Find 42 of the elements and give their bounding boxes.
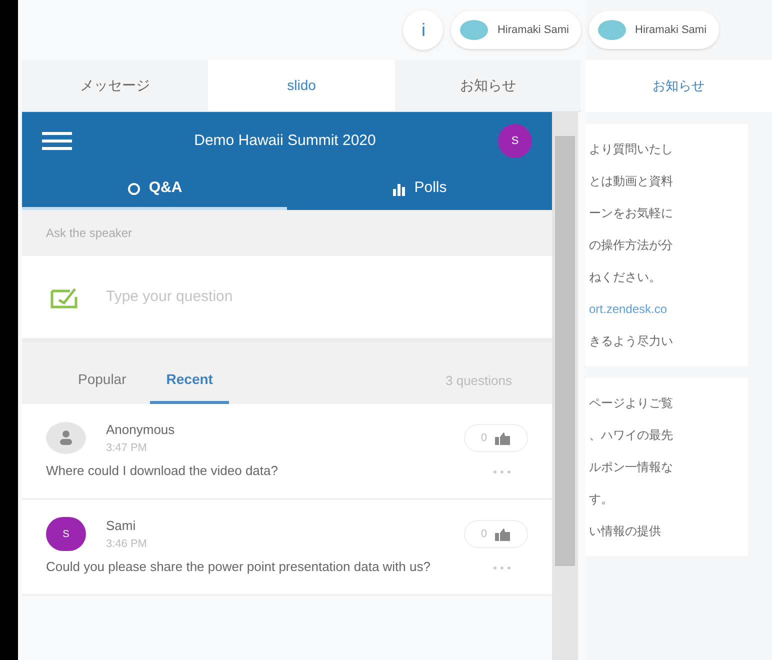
notice-text: す。 (589, 491, 614, 508)
user-button[interactable]: Hiramaki Sami (451, 11, 581, 49)
notice-text: とは動画と資料 (589, 173, 674, 190)
notice-text: ねください。 (589, 269, 662, 286)
sort-tab[interactable]: Popular (62, 358, 142, 404)
notice-text: の操作方法が分 (589, 237, 674, 254)
link[interactable]: ort.zendesk.co (589, 300, 748, 318)
notice-text: い情報の提供 (589, 523, 662, 540)
notice-text: より質問いたし (589, 141, 674, 158)
timestamp: 3:46 PM (106, 536, 148, 552)
bar-chart-icon (392, 182, 406, 196)
author-name: Anonymous (106, 421, 176, 439)
avatar-icon (597, 19, 627, 41)
chat-icon (126, 182, 141, 196)
avatar-icon (459, 19, 490, 41)
user-avatar[interactable]: S (498, 124, 532, 158)
notice-text: ーンをお気軽に (589, 205, 674, 222)
scrollbar[interactable] (552, 112, 578, 660)
tab[interactable]: slido (208, 60, 395, 111)
notice-text: 、ハワイの最先 (589, 427, 674, 444)
tab[interactable]: メッセージ (22, 60, 208, 111)
section-tab[interactable]: Polls (287, 170, 552, 210)
event-title: Demo Hawaii Summit 2020 (193, 130, 377, 151)
timestamp: 3:47 PM (106, 440, 148, 456)
tab[interactable]: お知らせ (394, 60, 581, 111)
question-text: Where could I download the video data? (46, 462, 279, 480)
notice-text: きるよう尽力い (589, 333, 674, 350)
menu-icon (42, 131, 72, 151)
more-icon (492, 470, 512, 474)
question-input[interactable]: Type your question (106, 286, 524, 308)
notice-text: ページよりご覧 (589, 395, 674, 412)
author-name: Sami (106, 517, 137, 535)
info-button[interactable]: i (403, 10, 444, 50)
thumbs-up-icon (495, 432, 511, 444)
user-avatar: S (46, 517, 86, 551)
tab[interactable]: お知らせ (585, 60, 772, 112)
thumbs-up-icon (495, 528, 511, 540)
more-icon (492, 566, 512, 570)
user-button[interactable]: Hiramaki Sami (589, 11, 719, 49)
section-label: Ask the speaker (46, 225, 132, 242)
question-text: Could you please share the power point presentation data with us? (46, 558, 432, 576)
notice-text: ルポン一情報な (589, 459, 674, 476)
